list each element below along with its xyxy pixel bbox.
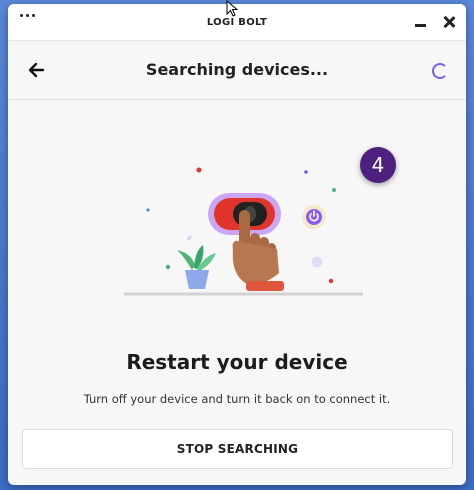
instruction-heading: Restart your device [126,350,348,374]
page-header: Searching devices... [8,41,466,100]
more-options-icon[interactable] [20,14,35,17]
loading-spinner-icon [432,63,448,79]
step-badge: 4 [360,147,396,183]
close-button[interactable] [442,15,456,29]
instruction-description: Turn off your device and turn it back on… [83,392,391,406]
app-title: LOGI BOLT [206,16,268,28]
logi-bolt-window: LOGI BOLT Searching devices... 4 Restart… [8,4,466,485]
minimize-button[interactable] [414,15,428,29]
restart-illustration [123,167,363,296]
mouse-cursor-icon [226,0,239,17]
stop-searching-button[interactable]: STOP SEARCHING [22,429,453,469]
content-area: 4 Restart your device Turn off your devi… [8,100,466,485]
page-title: Searching devices... [145,60,329,79]
